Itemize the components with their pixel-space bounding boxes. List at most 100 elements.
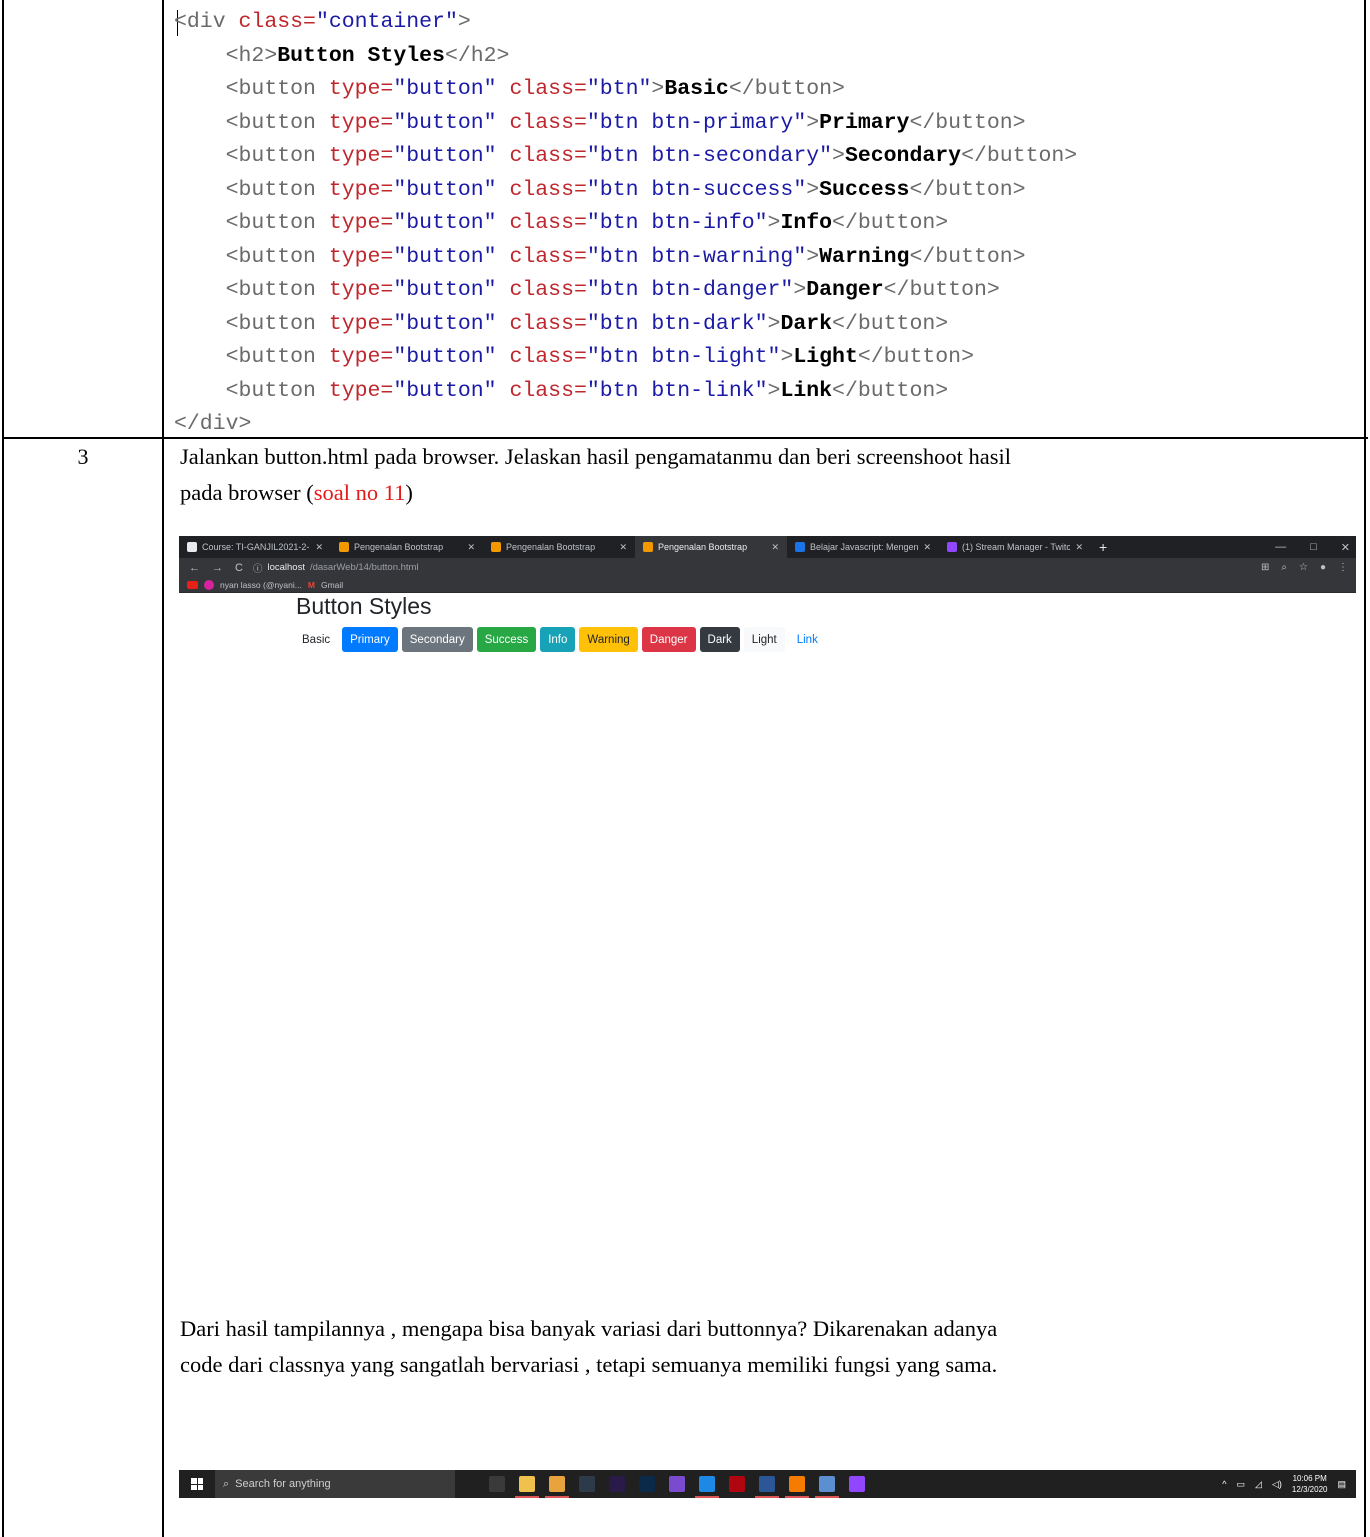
photoshop-icon[interactable] — [639, 1476, 655, 1492]
bookmark-instagram[interactable]: nyan lasso (@nyani... — [220, 580, 302, 590]
battery-icon[interactable]: ▭ — [1237, 1479, 1246, 1490]
chrome-icon[interactable] — [545, 1476, 569, 1498]
address-bar: ← → C ⓘ localhost/dasarWeb/14/button.html ⊞… — [179, 558, 1356, 577]
instruction-line-1: Jalankan button.html pada browser. Jelas… — [180, 444, 1012, 469]
code-line: <button type="button" class="btn btn-dan… — [225, 278, 1000, 302]
code-line: <button type="button" class="btn btn-pri… — [225, 110, 1026, 135]
btn-info[interactable]: Info — [540, 627, 576, 652]
url-field[interactable]: ⓘ localhost/dasarWeb/14/button.html — [253, 561, 419, 575]
question-reference: soal no 11 — [313, 480, 406, 505]
new-tab-icon[interactable]: + — [1091, 539, 1115, 555]
network-icon[interactable]: ◿ — [1255, 1479, 1262, 1490]
btn-warning[interactable]: Warning — [579, 627, 638, 652]
btn-basic[interactable]: Basic — [294, 627, 338, 652]
code-block: <div class="container"> <h2>Button Style… — [174, 6, 1364, 442]
search-icon: ⌕ — [223, 1477, 230, 1490]
instagram-icon — [204, 579, 214, 590]
bookmark-gmail[interactable]: Gmail — [321, 580, 343, 590]
btn-link[interactable]: Link — [789, 627, 826, 652]
task-view-icon[interactable] — [489, 1476, 505, 1492]
browser-tab[interactable]: Course: TI-GANJIL2021-2-Pu ✕ — [179, 536, 331, 558]
youtube-icon[interactable] — [187, 580, 198, 589]
document-table: <div class="container"> <h2>Button Style… — [2, 0, 1368, 1537]
browser-tab[interactable]: Pengenalan Bootstrap ✕ — [483, 536, 635, 558]
row-number: 3 — [77, 444, 89, 469]
netflix-icon[interactable] — [729, 1476, 745, 1492]
app-icon[interactable] — [579, 1476, 595, 1492]
windows-taskbar: ⌕ Search for anything ^ ▭ ◿ ◁) 10:06 PM 12… — [179, 1470, 1356, 1498]
volume-icon[interactable]: ◁) — [1272, 1479, 1282, 1490]
notifications-icon[interactable]: ▤ — [1337, 1479, 1346, 1490]
tab-title: (1) Stream Manager - Twitch — [962, 542, 1071, 552]
page-heading: Button Styles — [296, 593, 432, 619]
btn-danger[interactable]: Danger — [641, 627, 696, 652]
profile-icon[interactable]: ● — [1320, 562, 1326, 573]
gmail-icon: M — [307, 579, 315, 590]
twitch-icon[interactable] — [849, 1476, 865, 1492]
maximize-icon[interactable]: □ — [1310, 541, 1317, 553]
code-line: <button type="button" class="btn btn-dar… — [225, 311, 949, 336]
browser-tab-bar: Course: TI-GANJIL2021-2-Pu ✕ Pengenalan Bo… — [179, 536, 1356, 558]
forward-icon[interactable]: → — [212, 562, 223, 574]
btn-light[interactable]: Light — [743, 627, 785, 652]
xampp-icon[interactable] — [785, 1476, 809, 1498]
window-controls: — □ ✕ — [1275, 536, 1350, 558]
translate-icon[interactable]: ⊞ — [1261, 562, 1269, 573]
tab-close-icon[interactable]: ✕ — [771, 542, 779, 553]
tray-chevron-icon[interactable]: ^ — [1222, 1479, 1226, 1489]
tab-favicon-icon — [643, 542, 653, 552]
tab-title: Pengenalan Bootstrap — [506, 542, 596, 552]
premiere-icon[interactable] — [609, 1476, 625, 1492]
visual-studio-icon[interactable] — [669, 1476, 685, 1492]
taskbar-search[interactable]: ⌕ Search for anything — [215, 1470, 455, 1498]
browser-tab[interactable]: Pengenalan Bootstrap ✕ — [635, 536, 787, 558]
reload-icon[interactable]: C — [235, 562, 243, 574]
btn-secondary[interactable]: Secondary — [401, 627, 473, 652]
bookmark-star-icon[interactable]: ☆ — [1299, 562, 1308, 573]
tab-favicon-icon — [339, 542, 349, 552]
back-icon[interactable]: ← — [189, 562, 200, 574]
tab-close-icon[interactable]: ✕ — [1075, 542, 1083, 553]
tab-favicon-icon — [491, 542, 501, 552]
code-line: <button type="button" class="btn btn-inf… — [225, 211, 949, 235]
vscode-icon[interactable] — [695, 1476, 719, 1498]
instruction-line-2: pada browser (soal no 11) — [180, 480, 413, 505]
tab-favicon-icon — [947, 542, 957, 552]
word-icon[interactable] — [755, 1476, 779, 1498]
zoom-icon[interactable]: ⌕ — [1281, 562, 1287, 573]
tab-close-icon[interactable]: ✕ — [619, 542, 627, 553]
clock[interactable]: 10:06 PM 12/3/2020 — [1292, 1473, 1328, 1495]
code-line: </div> — [174, 412, 252, 436]
code-line: <button type="button" class="btn btn-suc… — [225, 177, 1026, 202]
code-line: <button type="button" class="btn btn-war… — [225, 244, 1026, 269]
browser-tab[interactable]: Pengenalan Bootstrap ✕ — [331, 536, 483, 558]
close-window-icon[interactable]: ✕ — [1341, 541, 1350, 554]
column-divider — [162, 0, 164, 1537]
bookmarks-bar: nyan lasso (@nyani... M Gmail — [179, 577, 1356, 593]
system-tray: ^ ▭ ◿ ◁) 10:06 PM 12/3/2020 ▤ — [1222, 1470, 1346, 1498]
tab-title: Belajar Javascript: Mengenal — [810, 542, 919, 552]
menu-icon[interactable]: ⋮ — [1338, 562, 1348, 573]
tab-close-icon[interactable]: ✕ — [923, 542, 931, 553]
file-explorer-icon[interactable] — [515, 1476, 539, 1498]
windows-start-icon[interactable] — [191, 1478, 203, 1490]
tab-favicon-icon — [187, 542, 197, 552]
browser-tab[interactable]: (1) Stream Manager - Twitch ✕ — [939, 536, 1091, 558]
btn-dark[interactable]: Dark — [699, 627, 740, 652]
button-row: Basic Primary Secondary Success Info Warning D… — [294, 627, 826, 652]
tab-favicon-icon — [795, 542, 805, 552]
btn-success[interactable]: Success — [476, 627, 537, 652]
browser-tab[interactable]: Belajar Javascript: Mengenal ✕ — [787, 536, 939, 558]
answer-line-2: code dari classnya yang sangatlah bervar… — [180, 1352, 998, 1377]
info-icon: ⓘ — [252, 563, 263, 575]
minimize-icon[interactable]: — — [1275, 541, 1286, 553]
btn-primary[interactable]: Primary — [342, 627, 398, 652]
app2-icon[interactable] — [815, 1476, 839, 1498]
code-line: <div class="container"> — [174, 10, 471, 34]
tab-title: Pengenalan Bootstrap — [354, 542, 444, 552]
tab-close-icon[interactable]: ✕ — [315, 542, 323, 553]
code-line: <h2>Button Styles</h2> — [225, 43, 510, 68]
answer-line-1: Dari hasil tampilannya , mengapa bisa ba… — [180, 1316, 998, 1341]
code-line: <button type="button" class="btn btn-lin… — [225, 378, 949, 403]
tab-close-icon[interactable]: ✕ — [467, 542, 475, 553]
